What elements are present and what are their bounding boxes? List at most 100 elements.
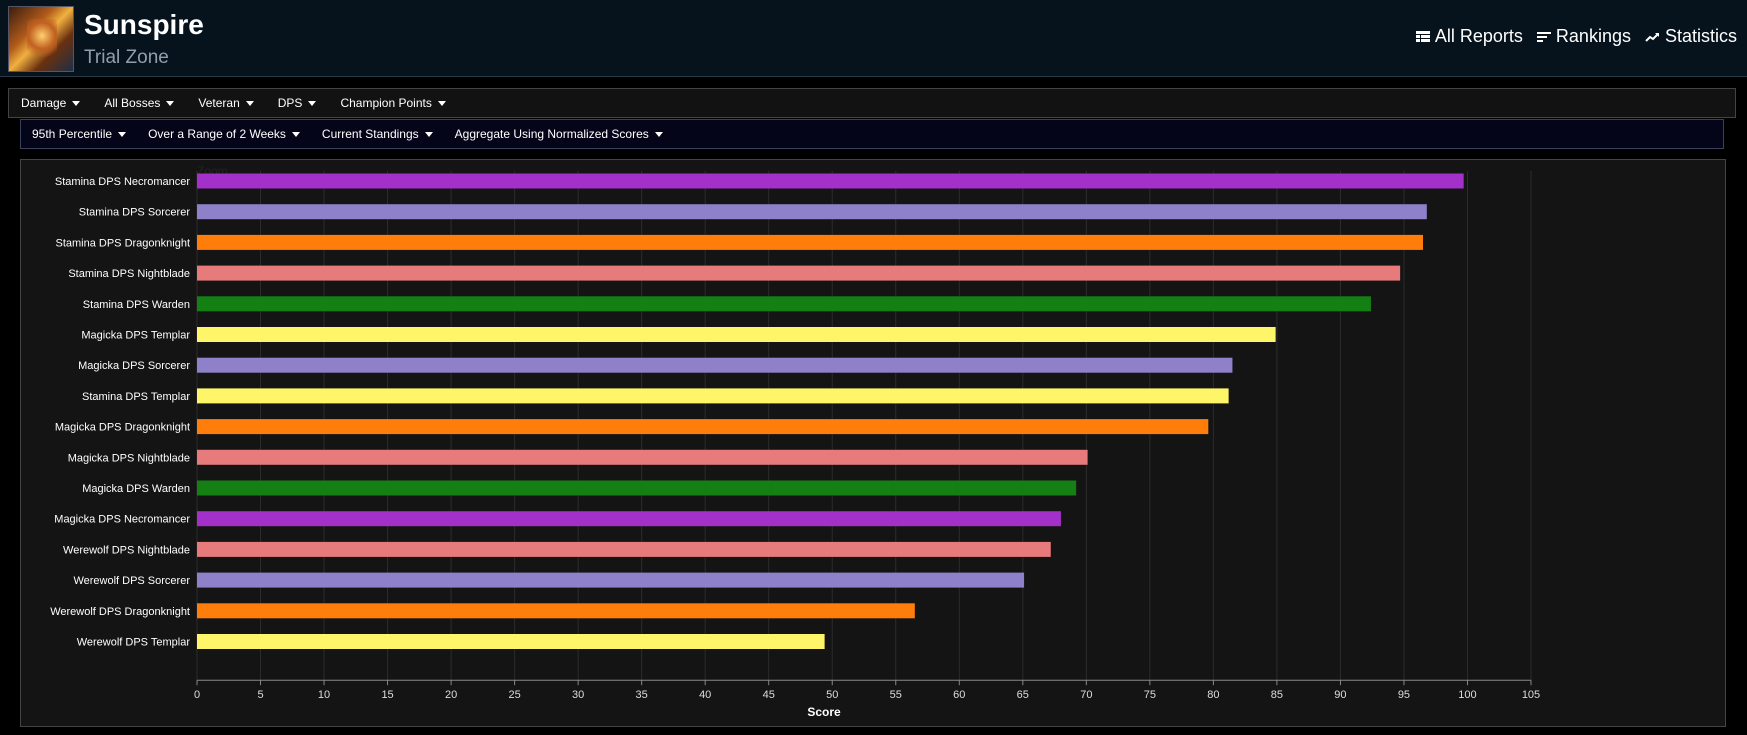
x-tick-label: 70 — [1080, 689, 1092, 701]
chart-panel: Zoom 0 5 10 15 20 25 30 35 40 45 50 55 60 65 70 75 80 85 9… — [20, 159, 1726, 727]
metric-dropdown-label: Damage — [21, 96, 67, 110]
rankings-icon — [1536, 31, 1551, 42]
category-label: Magicka DPS Warden — [82, 483, 190, 495]
standings-dropdown-label: Current Standings — [321, 127, 419, 141]
caret-down-icon — [245, 100, 254, 106]
caret-down-icon — [291, 131, 300, 137]
category-label: Magicka DPS Sorcerer — [78, 360, 190, 372]
bar — [197, 480, 1077, 496]
x-tick-label: 75 — [1144, 689, 1156, 701]
x-tick-label: 20 — [445, 689, 457, 701]
boss-dropdown[interactable]: All Bosses — [104, 96, 175, 110]
x-tick-label: 80 — [1207, 689, 1219, 701]
x-tick-label: 45 — [763, 689, 775, 701]
bar — [197, 265, 1401, 281]
nav-statistics-label: Statistics — [1664, 26, 1737, 46]
table-icon — [1415, 30, 1430, 42]
bar — [197, 234, 1424, 250]
x-tick-label: 0 — [194, 689, 200, 701]
nav-rankings[interactable]: Rankings — [1536, 26, 1631, 47]
difficulty-dropdown[interactable]: Veteran — [198, 96, 254, 110]
bar — [197, 357, 1233, 373]
bar — [197, 327, 1276, 342]
bar — [197, 572, 1025, 588]
x-tick-label: 10 — [318, 689, 330, 701]
category-label: Werewolf DPS Dragonknight — [50, 606, 190, 618]
caret-down-icon — [654, 131, 663, 137]
champion-points-dropdown[interactable]: Champion Points — [340, 96, 446, 110]
x-tick-label: 35 — [636, 689, 648, 701]
primary-filter-bar: Damage All Bosses Veteran DPS Champion P… — [8, 88, 1736, 118]
x-tick-label: 105 — [1522, 689, 1540, 701]
x-tick-label: 5 — [257, 689, 263, 701]
category-label: Magicka DPS Templar — [81, 330, 190, 342]
x-tick-label: 30 — [572, 689, 584, 701]
trend-icon — [1645, 32, 1659, 42]
score-bar-chart: 0 5 10 15 20 25 30 35 40 45 50 55 60 65 70 75 80 85 90 95 10… — [50, 171, 1540, 719]
category-label: Werewolf DPS Nightblade — [63, 544, 190, 556]
range-dropdown-label: Over a Range of 2 Weeks — [148, 127, 286, 141]
x-tick-label: 40 — [699, 689, 711, 701]
x-tick-label: 55 — [890, 689, 902, 701]
bar — [197, 388, 1229, 404]
bar — [197, 204, 1427, 220]
bar — [197, 296, 1371, 312]
category-label: Magicka DPS Necromancer — [54, 514, 190, 526]
page-header: Sunspire Trial Zone All Reports Rankings — [0, 0, 1747, 77]
caret-down-icon — [118, 131, 127, 137]
range-dropdown[interactable]: Over a Range of 2 Weeks — [148, 127, 300, 141]
bar — [197, 449, 1088, 465]
category-label: Magicka DPS Dragonknight — [55, 422, 190, 434]
bar — [197, 603, 915, 619]
top-nav: All Reports Rankings Statistics — [1415, 26, 1737, 47]
category-label: Werewolf DPS Templar — [77, 637, 191, 649]
category-label: Stamina DPS Nightblade — [68, 268, 190, 280]
percentile-dropdown-label: 95th Percentile — [32, 127, 113, 141]
x-axis-title: Score — [807, 705, 841, 719]
category-label: Magicka DPS Nightblade — [68, 452, 190, 464]
x-tick-label: 85 — [1271, 689, 1283, 701]
category-label: Stamina DPS Sorcerer — [79, 207, 191, 219]
aggregate-dropdown[interactable]: Aggregate Using Normalized Scores — [455, 127, 663, 141]
bar — [197, 511, 1061, 527]
caret-down-icon — [166, 100, 175, 106]
category-label: Stamina DPS Dragonknight — [55, 237, 190, 249]
metric-dropdown[interactable]: Damage — [21, 96, 81, 110]
category-label: Stamina DPS Necromancer — [55, 176, 190, 188]
caret-down-icon — [72, 100, 81, 106]
nav-rankings-label: Rankings — [1555, 26, 1631, 46]
x-tick-label: 15 — [381, 689, 393, 701]
boss-dropdown-label: All Bosses — [104, 96, 161, 110]
bar — [197, 541, 1051, 557]
bar — [197, 634, 825, 649]
nav-all-reports-label: All Reports — [1434, 26, 1523, 46]
champion-points-dropdown-label: Champion Points — [340, 96, 432, 110]
x-tick-label: 100 — [1458, 689, 1476, 701]
caret-down-icon — [424, 131, 433, 137]
nav-all-reports[interactable]: All Reports — [1415, 26, 1523, 47]
x-tick-label: 50 — [826, 689, 838, 701]
x-tick-label: 65 — [1017, 689, 1029, 701]
zone-icon — [8, 6, 74, 72]
bar — [197, 419, 1209, 435]
category-label: Stamina DPS Templar — [82, 391, 190, 403]
x-tick-label: 95 — [1398, 689, 1410, 701]
page-subtitle: Trial Zone — [84, 47, 169, 68]
x-tick-label: 60 — [953, 689, 965, 701]
caret-down-icon — [437, 100, 446, 106]
x-tick-label: 25 — [508, 689, 520, 701]
percentile-dropdown[interactable]: 95th Percentile — [32, 127, 127, 141]
category-label: Stamina DPS Warden — [83, 299, 190, 311]
nav-statistics[interactable]: Statistics — [1645, 26, 1737, 47]
aggregate-dropdown-label: Aggregate Using Normalized Scores — [454, 127, 649, 141]
role-dropdown-label: DPS — [277, 96, 303, 110]
secondary-filter-bar: 95th Percentile Over a Range of 2 Weeks … — [20, 119, 1724, 149]
difficulty-dropdown-label: Veteran — [198, 96, 240, 110]
role-dropdown[interactable]: DPS — [278, 96, 317, 110]
bar — [197, 173, 1464, 189]
page-title: Sunspire — [84, 9, 204, 40]
x-tick-label: 90 — [1334, 689, 1346, 701]
standings-dropdown[interactable]: Current Standings — [322, 127, 433, 141]
category-label: Werewolf DPS Sorcerer — [73, 575, 190, 587]
caret-down-icon — [308, 100, 317, 106]
